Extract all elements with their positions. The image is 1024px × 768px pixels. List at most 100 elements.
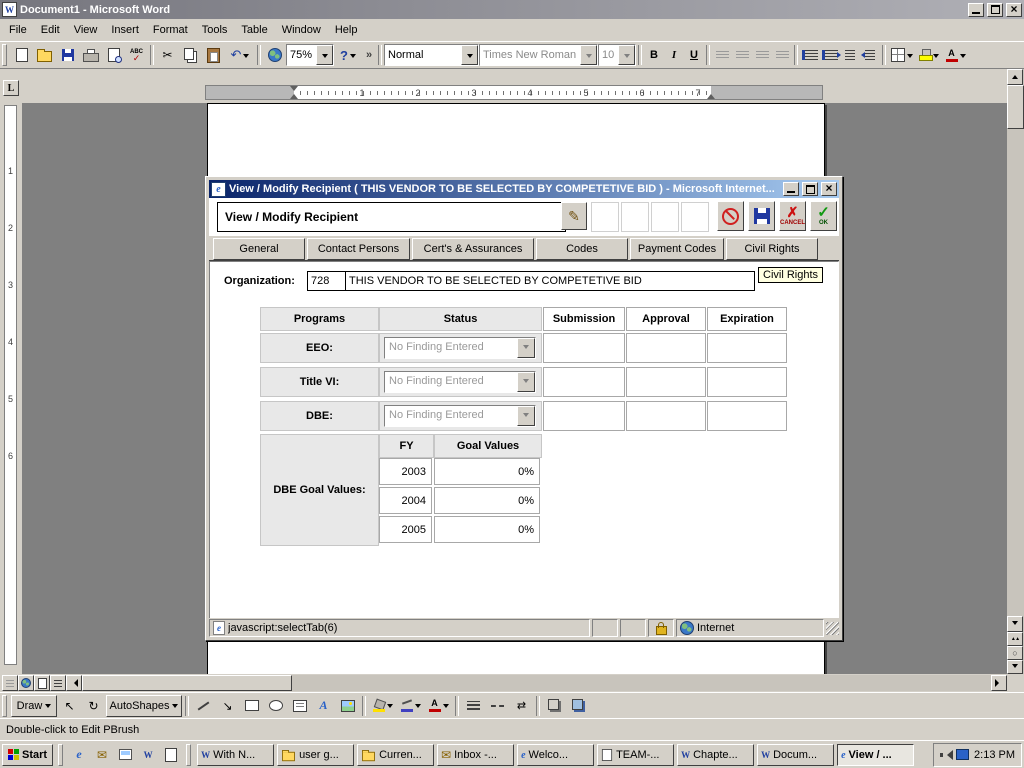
tab-contact-persons[interactable]: Contact Persons xyxy=(307,238,410,260)
ok-button[interactable]: OK xyxy=(810,201,837,231)
dbe-approval-cell[interactable] xyxy=(626,401,706,431)
task-inbox[interactable]: Inbox -... xyxy=(437,744,514,766)
previous-page-button[interactable] xyxy=(1007,632,1023,646)
outline-view-button[interactable] xyxy=(50,675,66,691)
tab-civil-rights[interactable]: Civil Rights xyxy=(726,238,818,260)
title-vi-submission-cell[interactable] xyxy=(543,367,625,397)
zoom-combo[interactable]: 75% xyxy=(286,44,334,66)
stop-button[interactable] xyxy=(717,201,744,231)
task-welco[interactable]: Welco... xyxy=(517,744,594,766)
dash-style-button[interactable] xyxy=(486,695,509,717)
title-vi-approval-cell[interactable] xyxy=(626,367,706,397)
quick-launch-ie[interactable] xyxy=(69,745,89,765)
line-color-button[interactable] xyxy=(397,695,424,717)
vertical-scrollbar[interactable] xyxy=(1007,69,1024,674)
draw-font-color-button[interactable] xyxy=(425,695,452,717)
font-size-dropdown-button[interactable] xyxy=(618,45,635,65)
toolbar-overflow-button[interactable] xyxy=(362,44,376,66)
toolbar-grip[interactable] xyxy=(2,44,7,66)
save-button[interactable] xyxy=(56,44,79,66)
task-view-modify[interactable]: View / ... xyxy=(837,744,914,766)
arrow-style-button[interactable] xyxy=(510,695,533,717)
three-d-button[interactable] xyxy=(567,695,590,717)
menu-file[interactable]: File xyxy=(2,21,34,39)
task-chapte[interactable]: Chapte... xyxy=(677,744,754,766)
word-titlebar[interactable]: Document1 - Microsoft Word xyxy=(0,0,1024,19)
line-style-button[interactable] xyxy=(462,695,485,717)
dbe-status-select[interactable]: No Finding Entered xyxy=(384,405,536,427)
word-minimize-button[interactable] xyxy=(968,3,984,17)
tab-stop-selector[interactable] xyxy=(3,80,19,96)
horizontal-ruler[interactable]: 1 2 3 4 5 6 7 xyxy=(205,85,823,100)
oval-button[interactable] xyxy=(264,695,287,717)
align-left-button[interactable] xyxy=(712,44,732,66)
eeo-expiration-cell[interactable] xyxy=(707,333,787,363)
edit-pencil-button[interactable] xyxy=(561,202,587,230)
justify-button[interactable] xyxy=(772,44,792,66)
draw-menu-button[interactable]: Draw xyxy=(11,695,57,717)
fill-color-button[interactable] xyxy=(369,695,396,717)
paste-button[interactable] xyxy=(202,44,225,66)
cancel-button[interactable]: CANCEL xyxy=(779,201,806,231)
title-vi-expiration-cell[interactable] xyxy=(707,367,787,397)
tab-certs-assurances[interactable]: Cert's & Assurances xyxy=(412,238,534,260)
vertical-ruler[interactable]: 1 2 3 4 5 6 xyxy=(4,105,17,665)
select-objects-button[interactable] xyxy=(58,695,81,717)
task-docum[interactable]: Docum... xyxy=(757,744,834,766)
menu-window[interactable]: Window xyxy=(275,21,328,39)
clock[interactable]: 2:13 PM xyxy=(974,749,1015,761)
task-with-n[interactable]: With N... xyxy=(197,744,274,766)
dbe-expiration-cell[interactable] xyxy=(707,401,787,431)
menu-table[interactable]: Table xyxy=(234,21,274,39)
web-toolbar-button[interactable] xyxy=(263,44,286,66)
toolbar-grip[interactable] xyxy=(2,695,7,717)
scroll-down-button[interactable] xyxy=(1007,616,1023,632)
hanging-indent-marker[interactable] xyxy=(290,90,298,99)
menu-help[interactable]: Help xyxy=(328,21,365,39)
font-dropdown-button[interactable] xyxy=(580,45,597,65)
word-restore-button[interactable] xyxy=(987,3,1003,17)
quick-launch-grip[interactable] xyxy=(58,744,63,766)
start-button[interactable]: Start xyxy=(2,744,53,766)
horizontal-scroll-thumb[interactable] xyxy=(82,675,292,691)
resize-grip[interactable] xyxy=(826,622,839,635)
dbe-submission-cell[interactable] xyxy=(543,401,625,431)
line-button[interactable] xyxy=(192,695,215,717)
dialog-close-button[interactable] xyxy=(821,182,837,196)
save-record-button[interactable] xyxy=(748,201,775,231)
word-close-button[interactable] xyxy=(1006,3,1022,17)
menu-view[interactable]: View xyxy=(67,21,105,39)
zoom-dropdown-button[interactable] xyxy=(316,45,333,65)
arrow-button[interactable] xyxy=(216,695,239,717)
shadow-button[interactable] xyxy=(543,695,566,717)
quick-launch-word[interactable] xyxy=(138,745,158,765)
align-right-button[interactable] xyxy=(752,44,772,66)
print-preview-button[interactable] xyxy=(102,44,125,66)
eeo-approval-cell[interactable] xyxy=(626,333,706,363)
horizontal-scroll-track[interactable] xyxy=(292,675,991,691)
dialog-maximize-button[interactable] xyxy=(802,182,818,196)
open-button[interactable] xyxy=(33,44,56,66)
quick-launch-outlook[interactable] xyxy=(92,745,112,765)
decrease-indent-button[interactable] xyxy=(840,44,860,66)
print-layout-view-button[interactable] xyxy=(34,675,50,691)
style-combo[interactable]: Normal xyxy=(384,44,479,66)
word-art-button[interactable] xyxy=(312,695,335,717)
vertical-scroll-track[interactable] xyxy=(1007,129,1024,616)
task-curren[interactable]: Curren... xyxy=(357,744,434,766)
menu-edit[interactable]: Edit xyxy=(34,21,67,39)
menu-insert[interactable]: Insert xyxy=(104,21,146,39)
autoshapes-menu-button[interactable]: AutoShapes xyxy=(106,695,182,717)
borders-button[interactable] xyxy=(888,44,915,66)
new-document-button[interactable] xyxy=(10,44,33,66)
task-area-grip[interactable] xyxy=(186,744,191,766)
scroll-left-button[interactable] xyxy=(66,675,82,691)
task-team[interactable]: TEAM-... xyxy=(597,744,674,766)
normal-view-button[interactable] xyxy=(2,675,18,691)
tab-codes[interactable]: Codes xyxy=(536,238,628,260)
quick-launch-document[interactable] xyxy=(161,745,181,765)
style-dropdown-button[interactable] xyxy=(461,45,478,65)
bold-button[interactable] xyxy=(644,44,664,66)
organization-code-field[interactable] xyxy=(307,271,349,291)
font-size-combo[interactable]: 10 xyxy=(598,44,636,66)
